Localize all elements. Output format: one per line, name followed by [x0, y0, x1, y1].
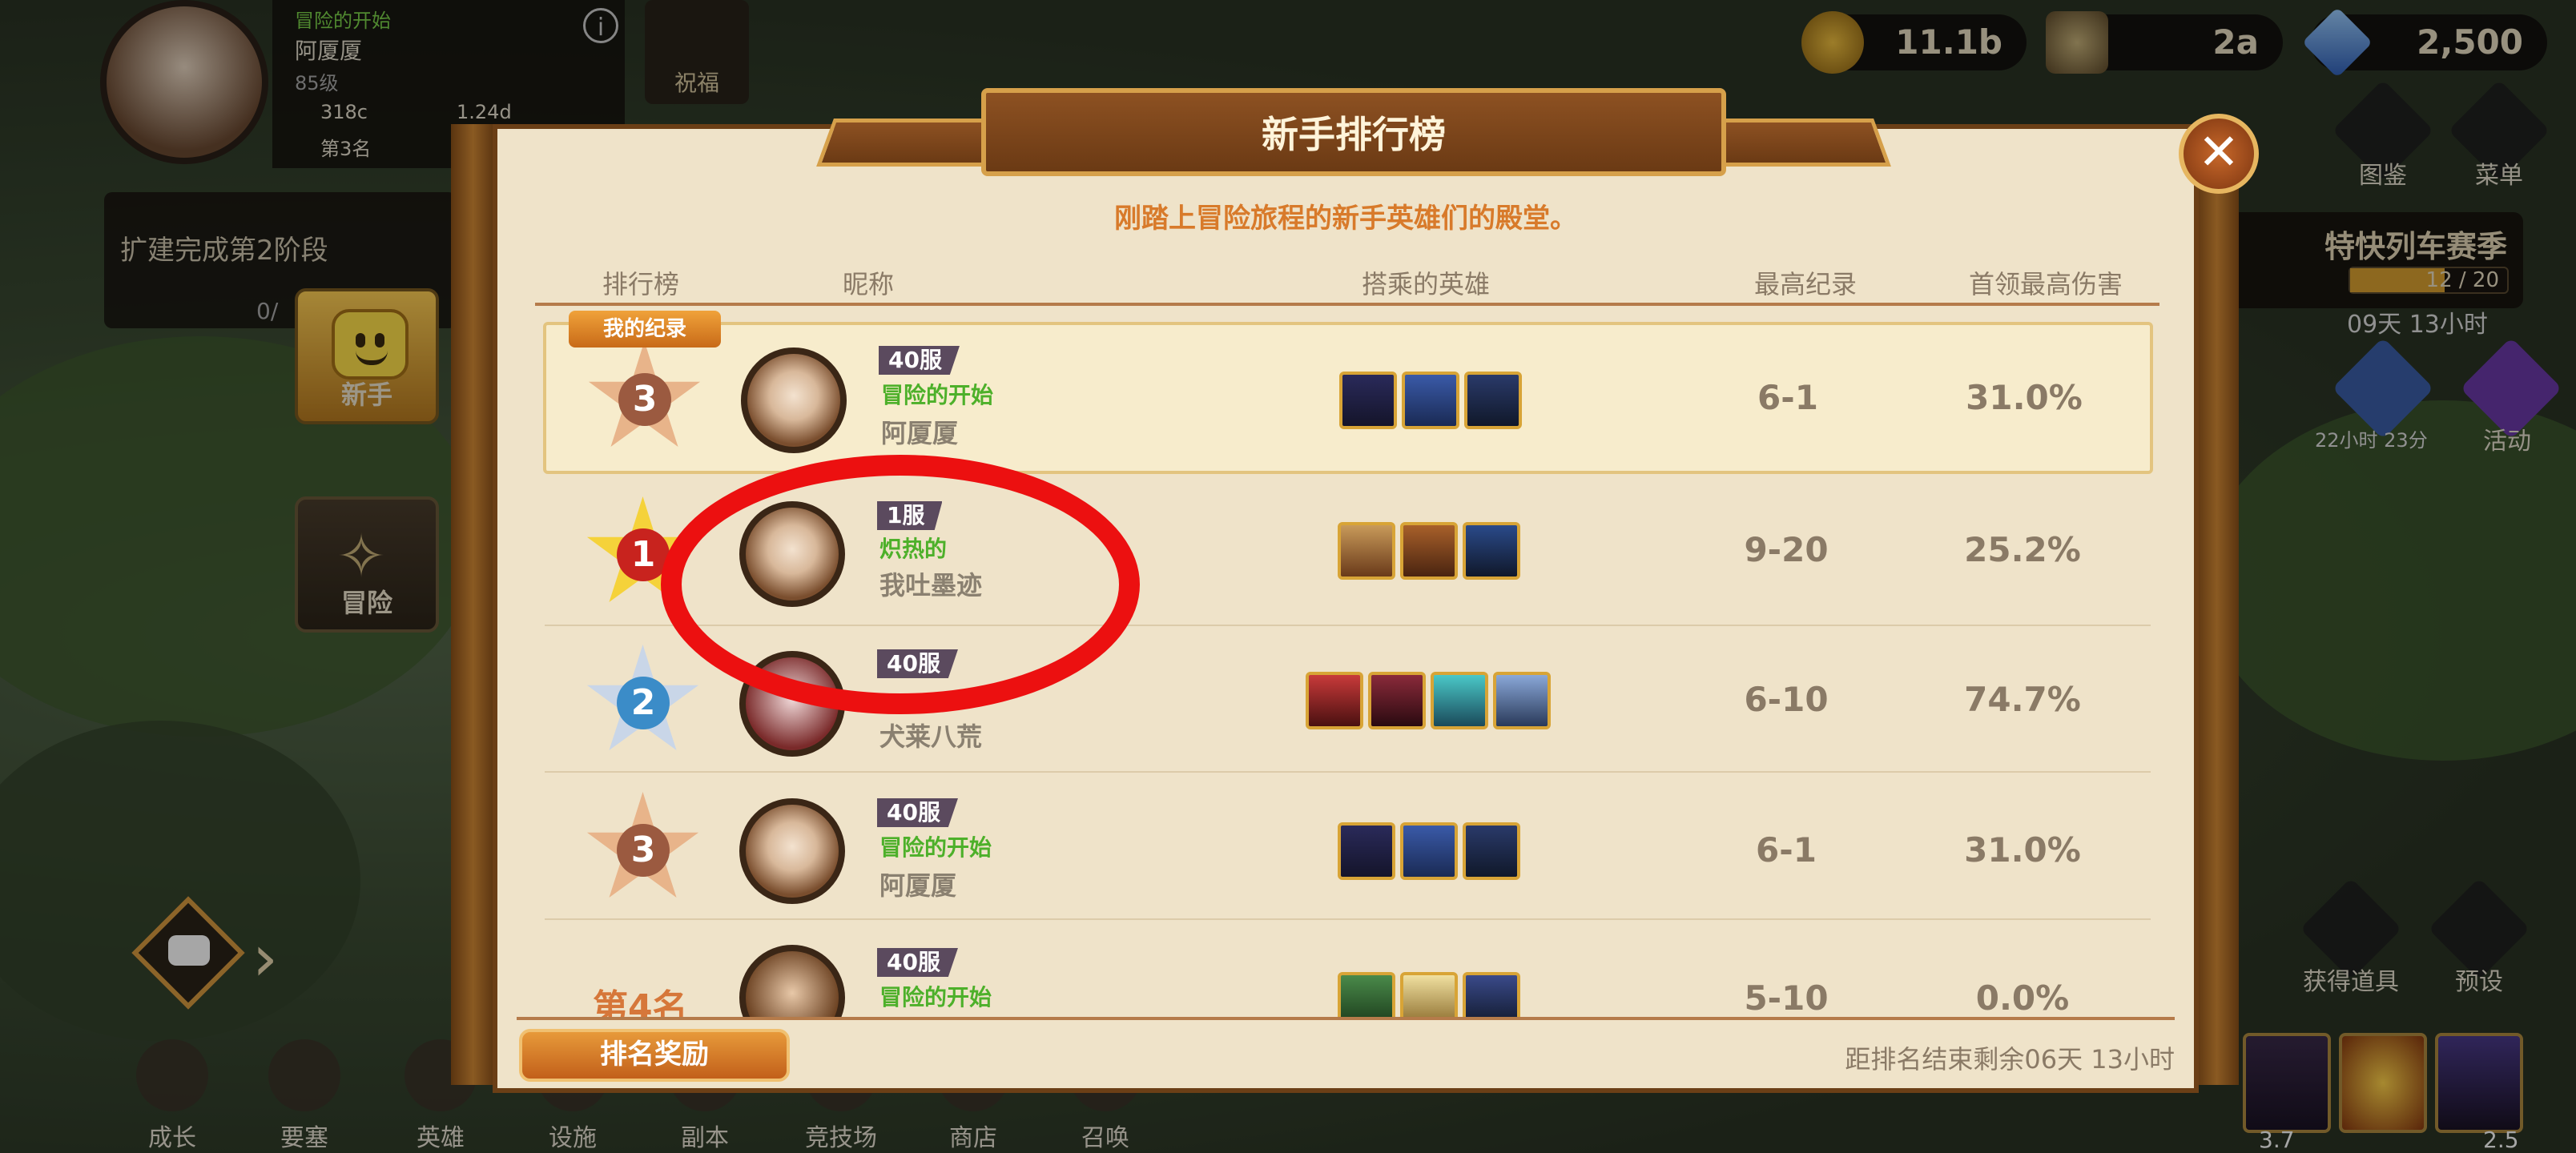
boss-damage: 31.0% [1966, 378, 2083, 417]
ranking-row[interactable]: 第4名 40服 冒险的开始 5-10 0.0% [545, 921, 2151, 1017]
modal-title: 新手排行榜 [1262, 113, 1446, 156]
modal-subtitle: 刚踏上冒险旅程的新手英雄们的殿堂。 [1114, 203, 1577, 235]
hero-portrait [1402, 372, 1459, 429]
ranking-row[interactable]: 3 40服 冒险的开始 阿厦厦 6-1 31.0% [545, 774, 2151, 920]
hero-portrait [1400, 822, 1458, 880]
rank-medal-silver: 2 [585, 645, 701, 761]
row-divider [545, 918, 2151, 920]
header-nickname: 昵称 [843, 269, 895, 299]
server-badge: 40服 [877, 948, 958, 977]
hero-portrait [1463, 522, 1520, 580]
hero-portrait [1338, 522, 1395, 580]
close-icon: ✕ [2198, 123, 2240, 181]
hero-portrait [1463, 822, 1520, 880]
ranking-countdown: 距排名结束剩余06天 13小时 [1845, 1044, 2175, 1075]
player-title: 冒险的开始 [879, 984, 992, 1010]
red-annotation-ellipse [661, 455, 1140, 714]
rank-number: 2 [617, 677, 670, 729]
boss-damage: 0.0% [1975, 978, 2070, 1017]
hero-portrait [1400, 972, 1458, 1017]
header-heroes: 搭乘的英雄 [1362, 269, 1491, 299]
modal-frame-right [2195, 124, 2239, 1085]
best-record: 5-10 [1744, 978, 1829, 1017]
modal-frame-left [451, 124, 495, 1085]
hero-portrait [1306, 672, 1363, 729]
best-record: 6-10 [1744, 680, 1829, 719]
player-title: 冒险的开始 [881, 382, 994, 408]
hero-portrait [1338, 822, 1395, 880]
player-title: 冒险的开始 [879, 834, 992, 861]
boss-damage: 25.2% [1964, 530, 2081, 569]
player-name: 阿厦厦 [879, 870, 957, 901]
player-name: 阿厦厦 [881, 418, 959, 448]
rank-text: 第4名 [593, 987, 688, 1017]
player-name: 犬莱八荒 [879, 721, 983, 752]
rank-medal-bronze: 3 [586, 341, 702, 457]
rank-number: 3 [618, 373, 671, 426]
ranking-reward-button[interactable]: 排名奖励 [519, 1029, 790, 1082]
server-badge: 40服 [877, 798, 958, 827]
hero-portrait [1431, 672, 1488, 729]
header-rank: 排行榜 [602, 269, 680, 299]
best-record: 6-1 [1757, 378, 1818, 417]
rank-number: 3 [617, 824, 670, 877]
best-record: 9-20 [1744, 530, 1829, 569]
header-divider [535, 303, 2159, 306]
header-best-record: 最高纪录 [1754, 269, 1858, 299]
rank-medal-bronze: 3 [585, 792, 701, 908]
best-record: 6-1 [1756, 830, 1817, 870]
hero-portrait [1400, 522, 1458, 580]
hero-portrait [1368, 672, 1426, 729]
footer-divider [517, 1017, 2175, 1020]
hero-portrait [1493, 672, 1551, 729]
modal-title-banner: 新手排行榜 [816, 88, 1891, 184]
boss-damage: 74.7% [1964, 680, 2081, 719]
my-record-badge: 我的纪录 [569, 311, 721, 348]
server-badge: 40服 [879, 346, 960, 375]
header-boss-damage: 首领最高伤害 [1969, 269, 2123, 299]
player-avatar-icon [741, 348, 847, 453]
row-divider [545, 771, 2151, 773]
hero-portrait [1338, 972, 1395, 1017]
close-button[interactable]: ✕ [2179, 114, 2259, 194]
hero-portrait [1464, 372, 1522, 429]
player-avatar-icon [739, 945, 845, 1017]
hero-portrait [1463, 972, 1520, 1017]
hero-portrait [1339, 372, 1397, 429]
boss-damage: 31.0% [1964, 830, 2081, 870]
ranking-row-mine[interactable]: 3 40服 冒险的开始 阿厦厦 6-1 31.0% [543, 322, 2153, 474]
player-avatar-icon [739, 798, 845, 904]
